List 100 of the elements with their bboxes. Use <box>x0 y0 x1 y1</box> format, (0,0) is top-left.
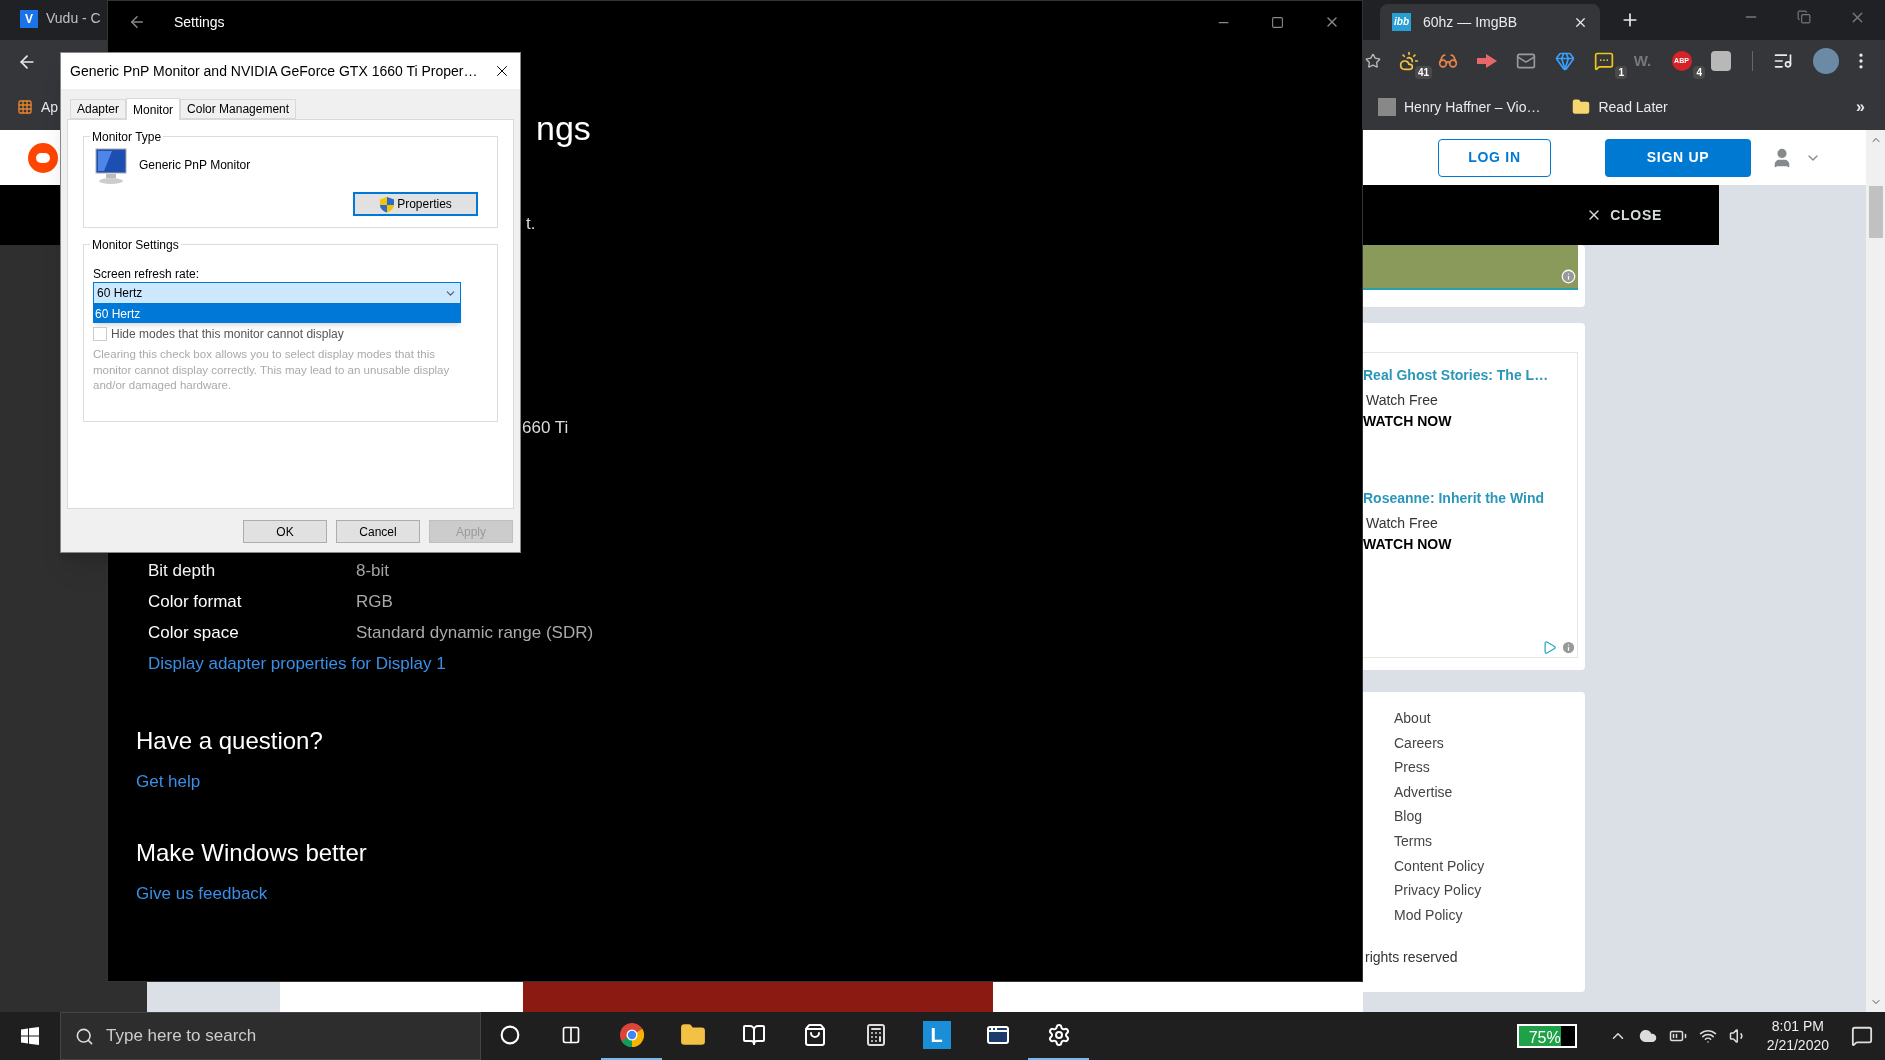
windows-logo-icon[interactable] <box>21 1027 39 1045</box>
help-link[interactable]: Get help <box>136 769 201 795</box>
footer-link[interactable]: Careers <box>1394 732 1585 758</box>
glasses-icon[interactable] <box>1437 51 1458 71</box>
restore-icon[interactable] <box>1797 10 1811 24</box>
scrollbar[interactable] <box>1866 130 1885 1012</box>
ad-cta[interactable]: WATCH NOW <box>1363 534 1577 555</box>
book-icon[interactable] <box>741 1023 766 1047</box>
dialog-button[interactable]: Cancel <box>336 520 420 543</box>
footer-link[interactable]: Privacy Policy <box>1394 880 1585 905</box>
count-badge: 41 <box>1414 66 1432 79</box>
weather-icon[interactable] <box>1398 51 1419 71</box>
app-icon[interactable] <box>985 1023 1010 1047</box>
refresh-rate-dropdown[interactable]: 60 Hertz <box>93 282 461 304</box>
mail-icon[interactable] <box>1515 51 1536 71</box>
partial-text: t. <box>526 213 536 235</box>
bookmarks-overflow[interactable]: » <box>1856 95 1865 119</box>
shield-icon <box>379 195 396 213</box>
bookmark-star-icon[interactable] <box>1365 53 1381 69</box>
cloud-icon[interactable] <box>1638 1027 1657 1045</box>
dialog-title: Generic PnP Monitor and NVIDIA GeForce GTX 1660 Ti Proper… <box>70 61 478 81</box>
footer-link[interactable]: Content Policy <box>1394 855 1585 881</box>
task-view-icon[interactable] <box>560 1025 581 1045</box>
browser-tab[interactable]: ibb 60hz — ImgBB <box>1380 4 1600 40</box>
description-text: Clearing this check box allows you to select display modes that this monitor cannot display correctly. This may lead to an unusable display and/or damaged hardware. <box>93 347 451 393</box>
wifi-icon[interactable] <box>1698 1027 1717 1045</box>
count-badge: 4 <box>1693 66 1705 79</box>
section-heading: Have a question? <box>136 726 324 756</box>
bookmark-link[interactable]: Henry Haffner – Vio… <box>1404 96 1541 118</box>
note-icon[interactable] <box>1593 51 1614 71</box>
login-button[interactable]: LOG IN <box>1438 138 1551 177</box>
browser-tab[interactable]: Vudu - C <box>46 8 101 29</box>
checkbox[interactable] <box>93 327 107 341</box>
ad-subtitle: Watch Free <box>1365 391 1439 410</box>
playlist-icon[interactable] <box>1773 51 1793 71</box>
property-label: Bit depth <box>148 559 217 582</box>
search-icon <box>75 1026 94 1046</box>
monitor-name: Generic PnP Monitor <box>139 157 251 174</box>
footer-link[interactable]: Blog <box>1394 806 1585 831</box>
help-link[interactable]: Give us feedback <box>136 880 268 906</box>
property-value: Standard dynamic range (SDR) <box>356 621 594 644</box>
scrollbar-thumb[interactable] <box>1868 186 1883 238</box>
settings-icon[interactable] <box>1046 1023 1071 1047</box>
footer-link[interactable]: Mod Policy <box>1394 904 1585 930</box>
property-label: Color format <box>148 590 243 613</box>
maximize-icon[interactable] <box>1271 15 1284 29</box>
partial-text: ngs <box>536 108 591 149</box>
clock[interactable]: 8:01 PM 2/21/2020 <box>1766 1017 1829 1055</box>
page-thumbnail-icon <box>1378 98 1396 116</box>
dialog-tab[interactable]: Color Management <box>180 99 297 119</box>
info-icon[interactable] <box>1561 269 1576 284</box>
dialog-tab[interactable]: Monitor <box>126 98 181 120</box>
cortana-icon[interactable] <box>499 1025 520 1045</box>
signup-button[interactable]: SIGN UP <box>1605 138 1751 177</box>
footer-link[interactable]: Terms <box>1394 830 1585 856</box>
reddit-logo-icon[interactable] <box>28 142 58 173</box>
tab-logo: ibb <box>1392 13 1411 31</box>
property-value: RGB <box>356 590 393 613</box>
property-value: 8-bit <box>356 559 390 582</box>
store-icon[interactable] <box>802 1023 827 1047</box>
play-icon[interactable] <box>1542 640 1557 655</box>
tab-title: 60hz — ImgBB <box>1423 12 1519 32</box>
info-icon[interactable] <box>1561 640 1576 655</box>
partial-text: 660 Ti <box>522 417 569 439</box>
diamond-icon[interactable] <box>1554 51 1575 71</box>
app-letter-icon[interactable]: L <box>922 1021 951 1049</box>
profile-avatar[interactable] <box>1813 48 1839 74</box>
footer-link[interactable]: Press <box>1394 757 1585 782</box>
ad-subtitle: Watch Free <box>1365 514 1439 533</box>
window-title: Settings <box>174 12 225 32</box>
extension-icon[interactable] <box>1710 51 1731 71</box>
dialog-tab[interactable]: Adapter <box>70 99 127 119</box>
footer-link[interactable]: Advertise <box>1394 781 1585 807</box>
bookmark-link[interactable]: Ap <box>41 96 59 118</box>
adapter-properties-link[interactable]: Display adapter properties for Display 1 <box>148 648 446 679</box>
dialog-button[interactable]: OK <box>243 520 327 543</box>
battery-percent: 75% <box>1527 1029 1561 1046</box>
search-field[interactable]: Type here to search <box>60 1012 481 1060</box>
monitor-icon <box>94 147 130 185</box>
copyright-text: rights reserved <box>1365 948 1459 968</box>
chrome-icon[interactable] <box>618 1022 645 1048</box>
back-icon[interactable] <box>128 13 146 31</box>
taskbar-app-slot[interactable]: L <box>906 1012 967 1060</box>
property-label: Color space <box>148 621 240 644</box>
folder-icon <box>1572 98 1591 116</box>
arrow-icon[interactable] <box>1475 53 1498 69</box>
checkbox-label[interactable]: Hide modes that this monitor cannot display <box>111 325 344 343</box>
folder-icon[interactable] <box>679 1022 706 1048</box>
bookmark-folder[interactable]: Read Later <box>1598 96 1668 118</box>
section-heading: Make Windows better <box>136 837 368 868</box>
close-link[interactable]: CLOSE <box>1610 204 1662 226</box>
field-label: Screen refresh rate: <box>93 266 200 283</box>
properties-button[interactable]: Properties <box>353 192 478 216</box>
apps-grid-icon[interactable] <box>17 99 33 115</box>
dropdown-option[interactable]: 60 Hertz <box>93 304 461 323</box>
count-badge: 1 <box>1615 66 1627 79</box>
tab-logo: V <box>20 9 38 28</box>
ad-cta[interactable]: WATCH NOW <box>1363 411 1577 432</box>
notifications-icon[interactable] <box>1851 1025 1873 1047</box>
footer-link[interactable]: About <box>1394 708 1585 733</box>
